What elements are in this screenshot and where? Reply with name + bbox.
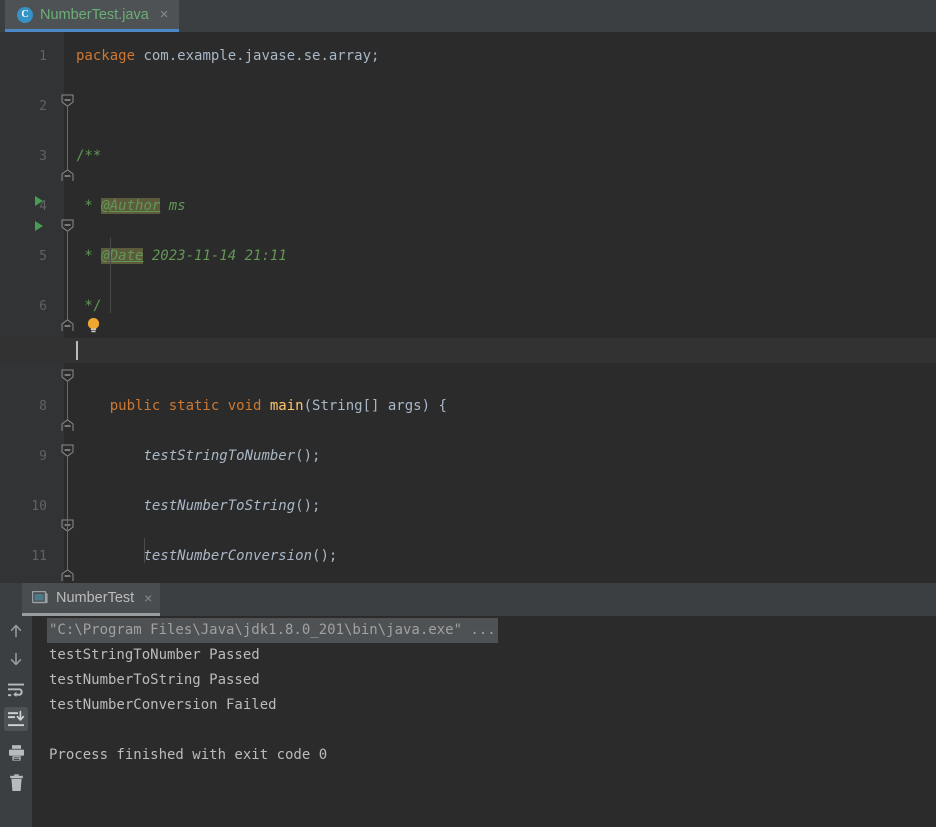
fold-connector-line [67,531,68,570]
run-tab-bar: NumberTest × [0,583,936,616]
intention-bulb-icon[interactable] [86,317,101,333]
run-gutter-icon[interactable] [35,221,43,231]
editor-line[interactable]: 16 */ [0,413,936,438]
editor-line[interactable]: 6 */ [0,163,936,314]
editor-line[interactable]: 12 } [0,313,936,338]
ide-window: C NumberTest.java × 1 package com.example… [0,0,936,827]
run-tab-label: NumberTest [56,590,135,606]
editor-line[interactable]: 9 testStringToNumber(); [0,238,936,464]
fold-region-end-icon[interactable] [61,169,74,182]
fold-region-end-icon[interactable] [61,319,74,332]
run-tool-window: NumberTest × "C:\Program Files\Java\jdk1… [0,583,936,827]
editor-tab-numbertest-java[interactable]: C NumberTest.java × [5,0,179,29]
soft-wrap-icon[interactable] [4,677,28,701]
fold-region-end-icon[interactable] [61,419,74,432]
trash-icon[interactable] [4,771,28,795]
console-output-line: testStringToNumber Passed [49,647,260,663]
console-output-line: testNumberConversion Failed [49,697,277,713]
down-arrow-icon[interactable] [4,647,28,671]
editor-line[interactable]: 21 System.out.println("testStringToNumbe… [0,538,936,563]
indent-guide [144,538,145,563]
scroll-to-end-icon[interactable] [4,707,28,731]
code-editor[interactable]: 1 package com.example.javase.se.array; 2 3/… [0,32,936,583]
editor-line[interactable]: 22 } else { [0,563,936,583]
editor-line[interactable]: 7public class NumberTest { [0,188,936,364]
editor-line[interactable]: 2 [0,63,936,114]
console-output-line: testNumberToString Passed [49,672,260,688]
editor-line[interactable]: 4 * @Author ms [0,113,936,214]
run-gutter-icon[interactable] [35,196,43,206]
editor-line[interactable]: 15 * 测试字符串转数字 [0,388,936,413]
editor-tab-label: NumberTest.java [40,6,149,23]
left-edge-divider [0,583,6,601]
console-output[interactable]: "C:\Program Files\Java\jdk1.8.0_201\bin\… [32,616,936,827]
editor-line[interactable]: 5 * @Date 2023-11-14 21:11 [0,138,936,264]
editor-line[interactable]: 3/** [0,88,936,164]
java-class-icon: C [17,6,33,23]
editor-line[interactable]: 8 public static void main(String[] args)… [0,213,936,414]
console-toolbar [0,616,32,827]
console-command-line: "C:\Program Files\Java\jdk1.8.0_201\bin\… [47,618,498,643]
editor-line[interactable]: 18 String str = "1234567890"; [0,463,936,488]
close-icon[interactable]: × [160,7,169,22]
up-arrow-icon[interactable] [4,619,28,643]
editor-line[interactable]: 1 package com.example.javase.se.array; [0,38,936,64]
fold-connector-line [67,381,68,420]
close-icon[interactable]: × [144,591,152,605]
indent-guide [110,238,111,313]
text-caret [76,341,78,360]
editor-line[interactable]: 10 testNumberToString(); [0,263,936,514]
editor-line[interactable]: 20 if (num == 1234567890L) { [0,513,936,538]
editor-line[interactable]: 17 public static void testStringToNumber… [0,438,936,463]
fold-region-end-icon[interactable] [61,569,74,582]
fold-connector-line [67,106,68,170]
editor-tab-bar: C NumberTest.java × [0,0,936,32]
editor-line[interactable]: 11 testNumberConversion(); [0,288,936,564]
console-output-line: Process finished with exit code 0 [49,747,328,763]
print-icon[interactable] [4,741,28,765]
editor-line[interactable]: 14 /** [0,363,936,388]
console-window-icon [31,590,48,605]
editor-line[interactable]: 19 long num = StringToNumber.stringToLon… [0,488,936,513]
run-tab-numbertest[interactable]: NumberTest × [22,583,161,613]
fold-connector-line [67,231,68,320]
editor-line[interactable]: 13 [0,338,936,363]
